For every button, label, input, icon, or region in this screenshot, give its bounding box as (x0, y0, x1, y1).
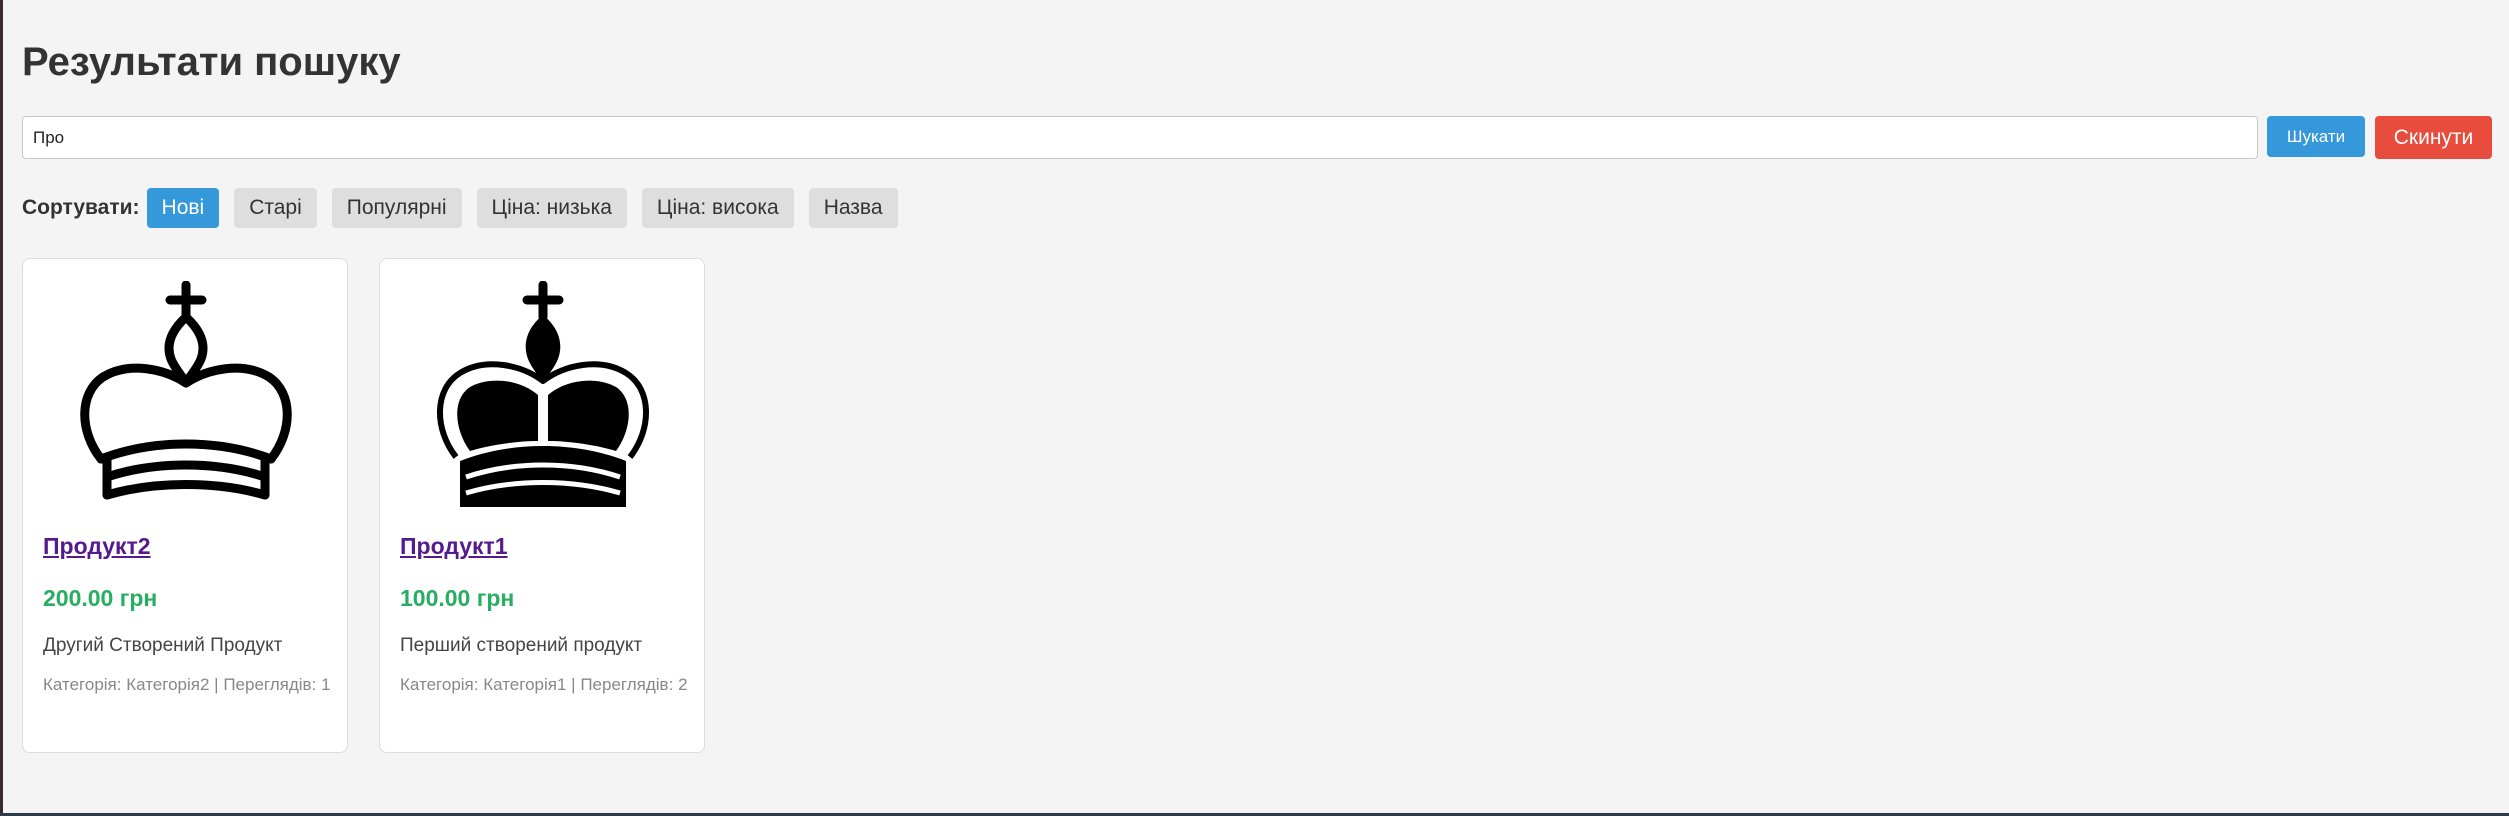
product-title-link[interactable]: Продукт2 (43, 533, 151, 560)
category-label: Категорія: (400, 675, 479, 694)
product-card: Продукт1 100.00 грн Перший створений про… (379, 258, 705, 753)
reset-button[interactable]: Скинути (2375, 116, 2492, 159)
views-label: Переглядів: (223, 675, 317, 694)
category-value: Категорія1 (483, 675, 567, 694)
sort-bar: Сортувати: Нові Старі Популярні Ціна: ни… (22, 188, 1222, 228)
product-price: 200.00 грн (43, 585, 158, 611)
product-description: Перший створений продукт (400, 635, 643, 656)
product-meta: Категорія: Категорія1 | Переглядів: 2 (400, 675, 690, 695)
sort-label: Сортувати: (22, 196, 140, 219)
sort-popular-button[interactable]: Популярні (331, 188, 462, 228)
search-bar: Шукати Скинути (22, 116, 2492, 159)
product-card: Продукт2 200.00 грн Другий Створений Про… (22, 258, 348, 753)
category-value: Категорія2 (126, 675, 210, 694)
white-king-icon[interactable] (73, 281, 299, 507)
views-label: Переглядів: (580, 675, 674, 694)
sort-newest-button[interactable]: Нові (146, 188, 220, 228)
meta-separator: | (214, 675, 219, 694)
meta-separator: | (571, 675, 576, 694)
views-value: 2 (678, 675, 688, 694)
black-king-icon[interactable] (430, 281, 656, 507)
search-input[interactable] (22, 116, 2258, 159)
page-title: Результати пошуку (22, 40, 401, 84)
product-meta: Категорія: Категорія2 | Переглядів: 1 (43, 675, 333, 695)
sort-oldest-button[interactable]: Старі (234, 188, 317, 228)
product-title-link[interactable]: Продукт1 (400, 533, 508, 560)
category-label: Категорія: (43, 675, 122, 694)
product-description: Другий Створений Продукт (43, 635, 283, 656)
search-button[interactable]: Шукати (2267, 116, 2365, 157)
sort-price-low-button[interactable]: Ціна: низька (476, 188, 627, 228)
product-price: 100.00 грн (400, 585, 515, 611)
window-left-border (0, 0, 3, 816)
sort-price-high-button[interactable]: Ціна: висока (641, 188, 794, 228)
views-value: 1 (321, 675, 331, 694)
sort-name-button[interactable]: Назва (808, 188, 898, 228)
